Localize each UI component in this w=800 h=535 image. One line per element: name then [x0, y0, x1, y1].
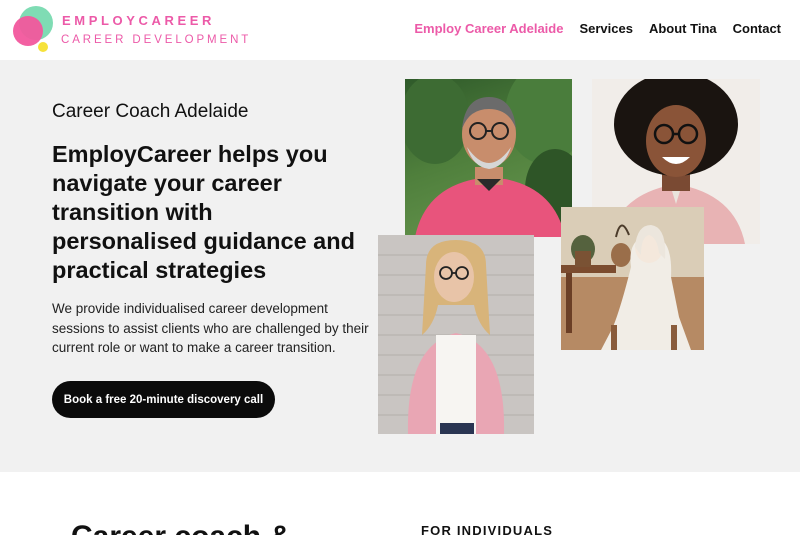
nav-item-employ-career-adelaide[interactable]: Employ Career Adelaide — [414, 21, 563, 36]
brand-tagline: CAREER DEVELOPMENT — [61, 34, 252, 46]
services-section: Career coach & FOR INDIVIDUALS — [0, 472, 800, 535]
photo-woman-pink-blazer — [378, 235, 534, 434]
logo-icon[interactable] — [13, 6, 55, 54]
hero-section: Career Coach Adelaide EmployCareer helps… — [0, 60, 800, 472]
logo-yellow-dot — [38, 42, 48, 52]
photo-woman-sitting-white — [561, 207, 704, 350]
logo-pink-circle — [13, 16, 43, 46]
hero-description: We provide individualised career develop… — [52, 301, 369, 355]
main-nav: Employ Career Adelaide Services About Ti… — [414, 21, 781, 36]
photo-man-pink-sweater — [405, 79, 572, 237]
hero-title: EmployCareer helps you navigate your car… — [52, 141, 355, 283]
site-header: EMPLOYCAREER CAREER DEVELOPMENT Employ C… — [0, 0, 800, 60]
section-title: Career coach & — [71, 520, 291, 535]
nav-item-contact[interactable]: Contact — [733, 21, 781, 36]
for-individuals-label: FOR INDIVIDUALS — [421, 523, 554, 535]
nav-item-services[interactable]: Services — [579, 21, 633, 36]
hero-subtitle: Career Coach Adelaide — [52, 101, 249, 122]
brand-name[interactable]: EMPLOYCAREER — [62, 13, 215, 28]
nav-item-about-tina[interactable]: About Tina — [649, 21, 717, 36]
book-discovery-call-button[interactable]: Book a free 20-minute discovery call — [52, 381, 275, 418]
